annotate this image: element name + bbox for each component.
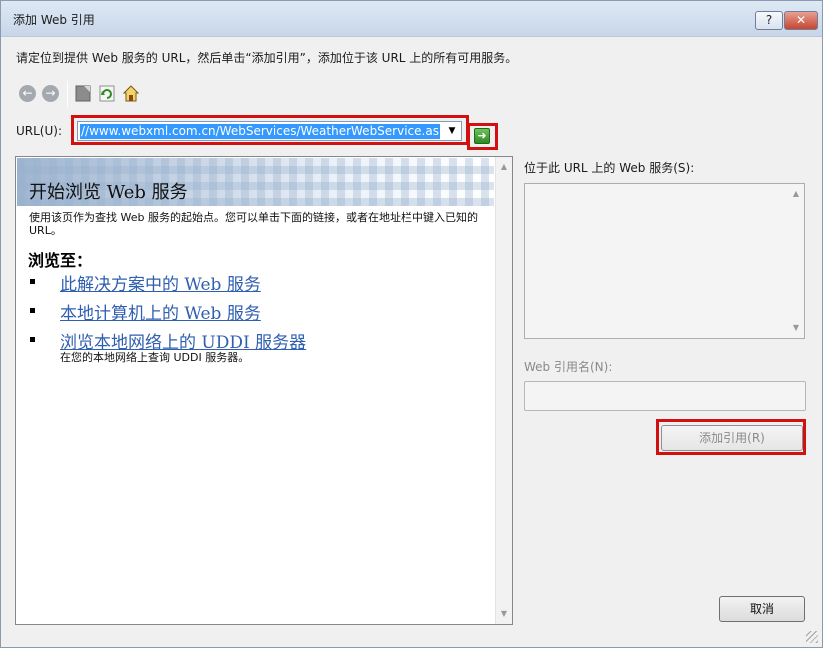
web-reference-name-label: Web 引用名(N): [524,360,613,374]
url-label: URL(U): [16,124,62,138]
bullet-icon [30,279,35,284]
help-button[interactable]: ? [755,11,783,30]
services-scrollbar[interactable]: ▲ ▼ [788,184,804,338]
browser-scrollbar[interactable]: ▲ ▼ [495,157,512,624]
close-button[interactable]: ✕ [784,11,818,30]
browser-toolbar: ← → [15,81,215,107]
forward-icon[interactable]: → [42,85,59,102]
window-title: 添加 Web 引用 [13,13,95,27]
browser-pane: 开始浏览 Web 服务 使用该页作为查找 Web 服务的起始点。您可以单击下面的… [15,156,513,625]
link-list: 此解决方案中的 Web 服务 本地计算机上的 Web 服务 浏览本地网络上的 U… [28,267,488,354]
add-reference-highlight-box [656,419,806,455]
scroll-down-icon[interactable]: ▼ [496,606,512,622]
cancel-button[interactable]: 取消 [719,596,805,622]
bullet-icon [30,337,35,342]
go-highlight-box [467,123,498,150]
services-list[interactable]: ▲ ▼ [524,183,805,339]
url-highlight-box [71,115,469,145]
uddi-description: 在您的本地网络上查询 UDDI 服务器。 [60,351,250,364]
refresh-icon[interactable] [99,85,115,102]
scroll-up-icon[interactable]: ▲ [788,186,804,202]
link-solution-web-services[interactable]: 此解决方案中的 Web 服务 [60,270,261,295]
browser-intro-text: 使用该页作为查找 Web 服务的起始点。您可以单击下面的链接，或者在地址栏中键入… [29,211,478,237]
browser-heading: 开始浏览 Web 服务 [29,182,188,203]
link-local-machine-web-services[interactable]: 本地计算机上的 Web 服务 [60,299,261,324]
scroll-down-icon[interactable]: ▼ [788,320,804,336]
title-bar: 添加 Web 引用 ? ✕ [1,1,822,37]
add-web-reference-dialog: 添加 Web 引用 ? ✕ 请定位到提供 Web 服务的 URL，然后单击“添加… [0,0,823,648]
toolbar-separator [67,81,68,107]
bullet-icon [30,308,35,313]
list-item: 本地计算机上的 Web 服务 [28,296,488,325]
resize-grip-icon[interactable] [806,631,818,643]
stop-icon[interactable] [75,85,91,102]
web-reference-name-input[interactable] [524,381,806,411]
home-icon[interactable] [123,85,139,102]
services-label: 位于此 URL 上的 Web 服务(S): [524,161,695,175]
browser-banner: 开始浏览 Web 服务 [17,158,494,206]
list-item: 此解决方案中的 Web 服务 [28,267,488,296]
scroll-up-icon[interactable]: ▲ [496,159,512,175]
instruction-text: 请定位到提供 Web 服务的 URL，然后单击“添加引用”，添加位于该 URL … [16,51,518,65]
back-icon[interactable]: ← [19,85,36,102]
